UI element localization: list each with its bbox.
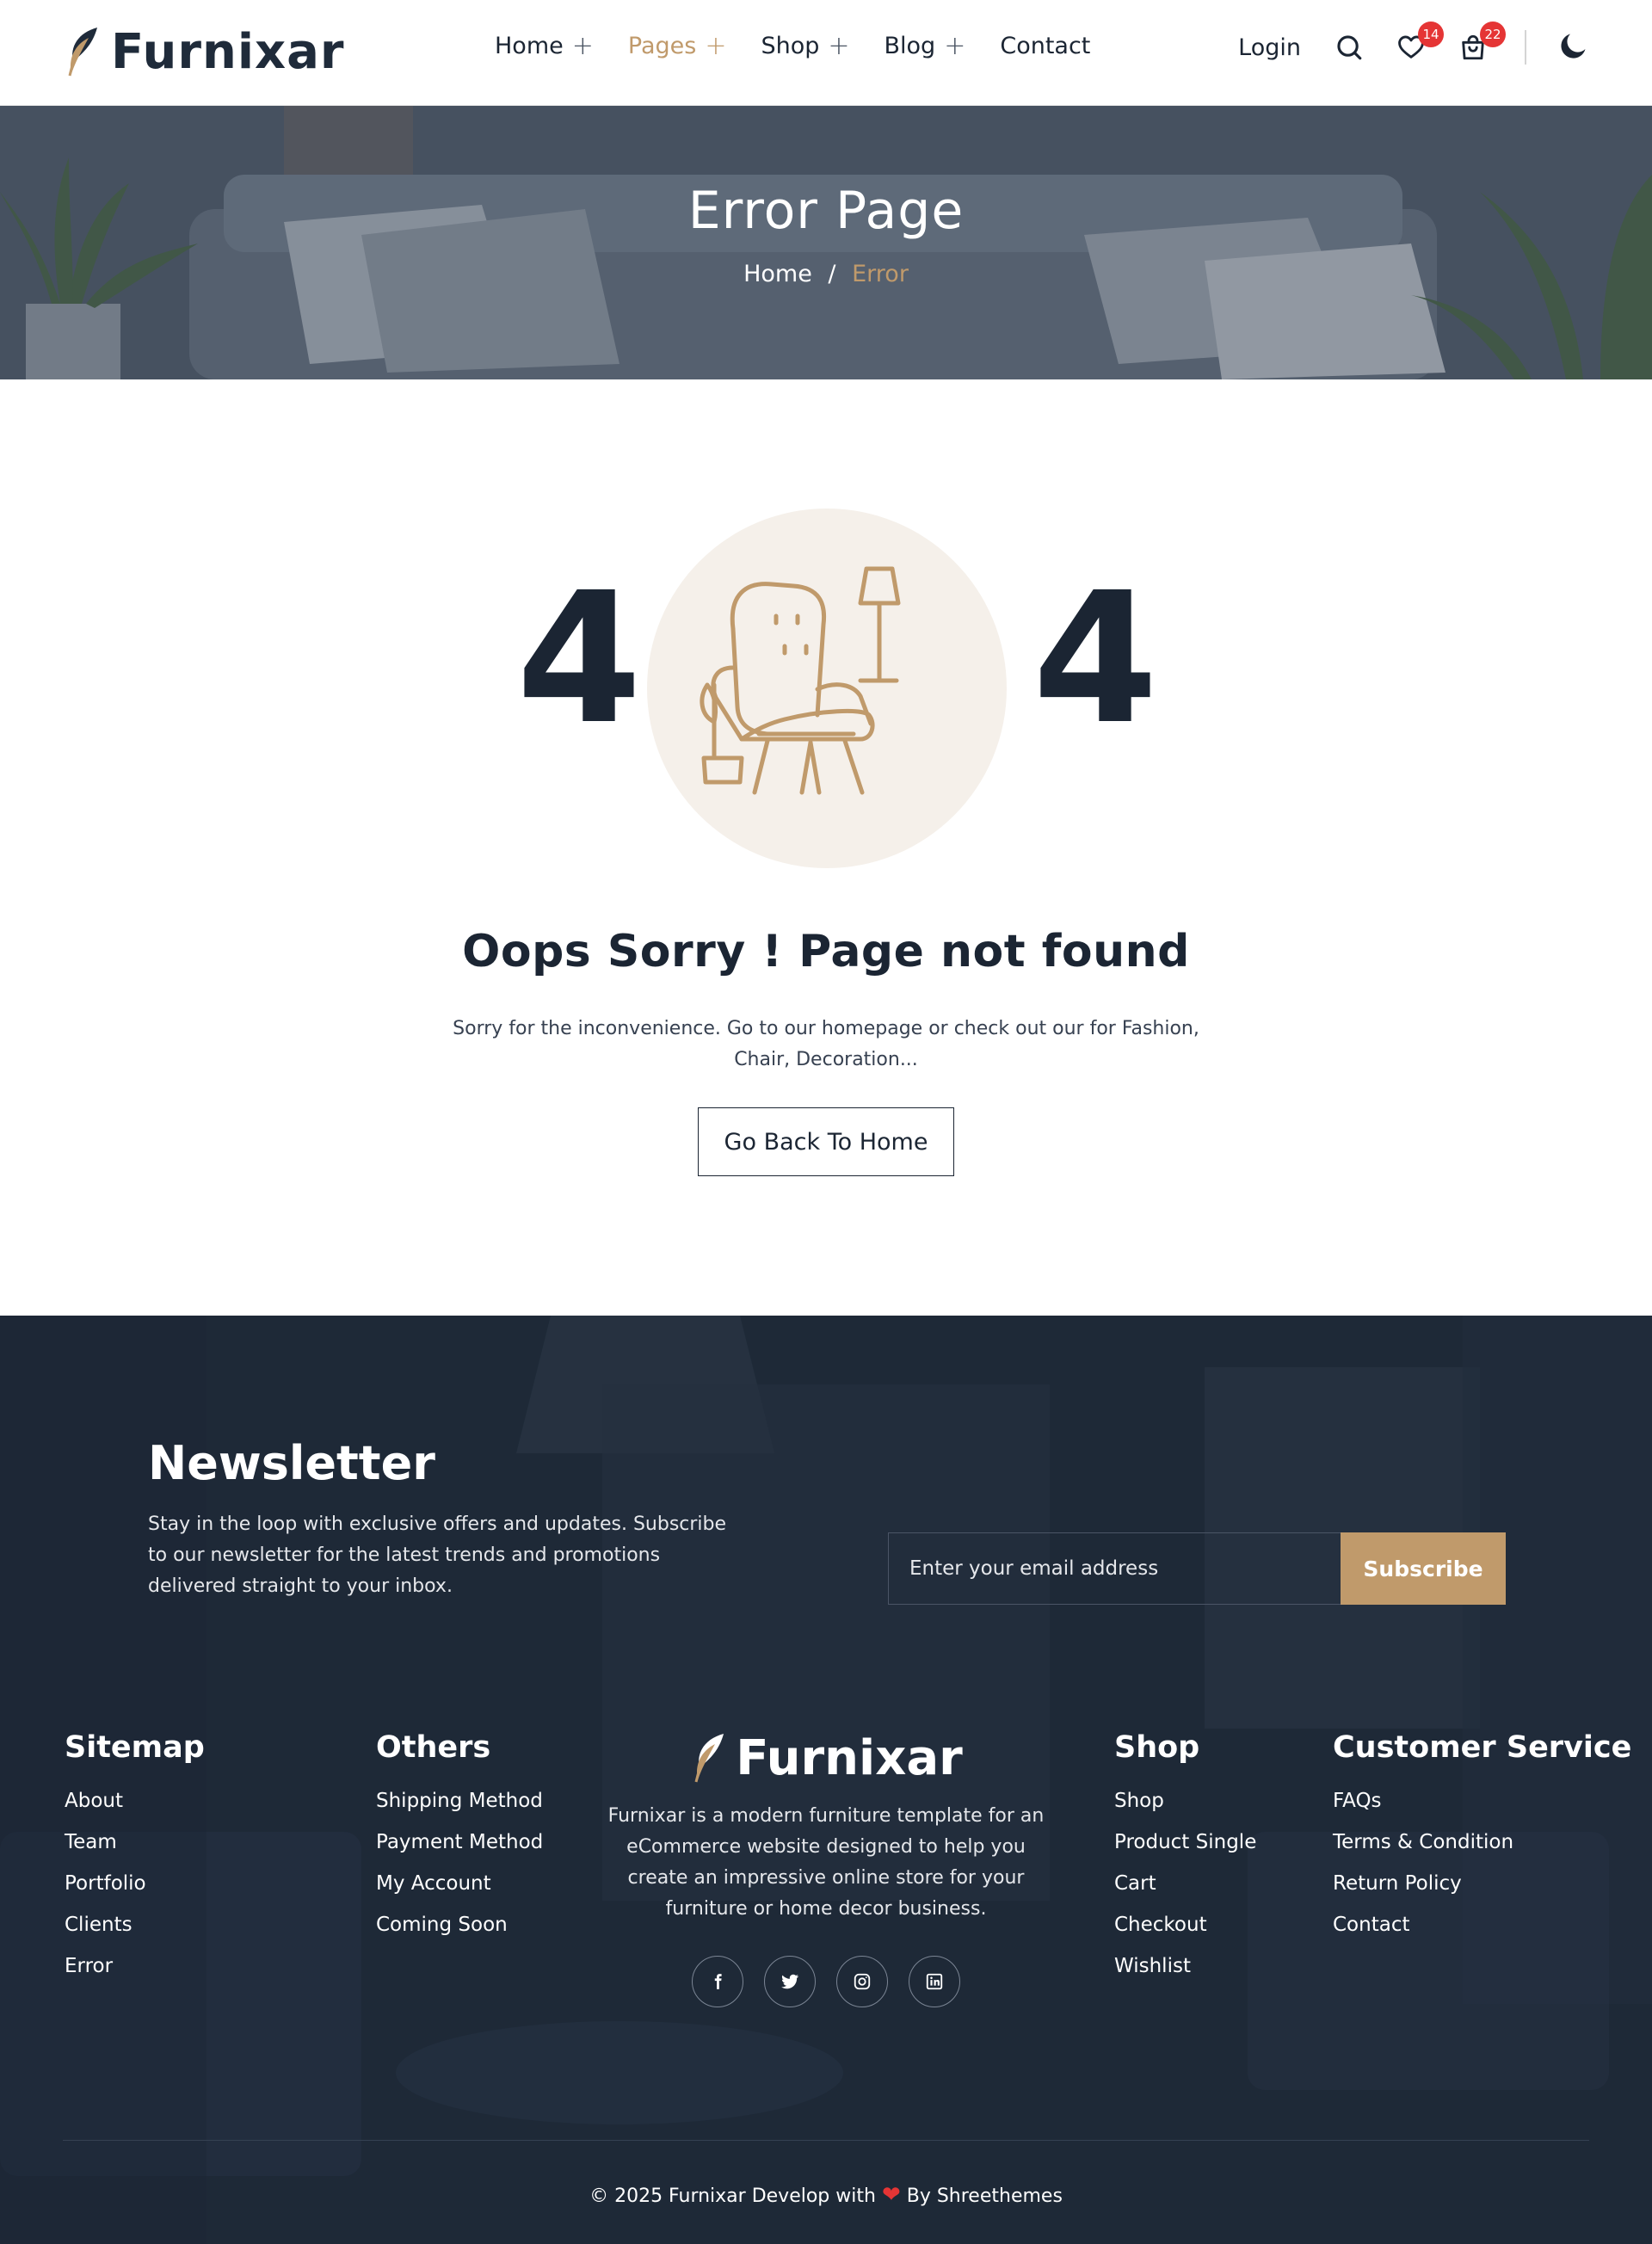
twitter-link[interactable]	[764, 1956, 816, 2007]
footer-link-cart[interactable]: Cart	[1114, 1871, 1256, 1896]
nav-label: Home	[495, 33, 564, 59]
brand-logo[interactable]: Furnixar	[63, 23, 345, 80]
subscribe-button[interactable]: Subscribe	[1341, 1532, 1506, 1605]
footer-link-about[interactable]: About	[65, 1789, 205, 1813]
footer-link-payment-method[interactable]: Payment Method	[376, 1830, 543, 1854]
footer-link-wishlist[interactable]: Wishlist	[1114, 1954, 1256, 1978]
footer-link-terms[interactable]: Terms & Condition	[1333, 1830, 1631, 1854]
search-icon	[1337, 35, 1362, 60]
wishlist-button[interactable]: 14	[1394, 22, 1444, 65]
header-actions: Login 14 22	[1238, 22, 1590, 65]
footer-link-error[interactable]: Error	[65, 1954, 205, 1978]
brand-name: Furnixar	[111, 23, 345, 80]
theme-toggle[interactable]	[1557, 29, 1590, 65]
go-back-home-button[interactable]: Go Back To Home	[698, 1107, 954, 1176]
footer-shop: Shop Shop Product Single Cart Checkout W…	[1114, 1730, 1256, 1995]
footer-column-title: Sitemap	[65, 1730, 205, 1765]
main-nav: Home + Pages + Shop + Blog + Contact	[495, 31, 1090, 61]
error-description: Sorry for the inconvenience. Go to our h…	[453, 1018, 1199, 1070]
newsletter-title: Newsletter	[148, 1436, 435, 1490]
footer-link-clients[interactable]: Clients	[65, 1913, 205, 1937]
cart-count-badge: 22	[1480, 22, 1506, 47]
nav-item-shop[interactable]: Shop +	[761, 31, 849, 61]
copyright-suffix: By Shreethemes	[906, 2185, 1063, 2207]
footer-sitemap: Sitemap About Team Portfolio Clients Err…	[65, 1730, 205, 1995]
error-section: 4 4 Oops Sorry ! Page not found Sorry fo…	[0, 379, 1652, 1316]
plus-icon: +	[571, 31, 594, 61]
footer-link-checkout[interactable]: Checkout	[1114, 1913, 1256, 1937]
footer-column-title: Shop	[1114, 1730, 1200, 1765]
facebook-link[interactable]	[692, 1956, 743, 2007]
footer-link-team[interactable]: Team	[65, 1830, 205, 1854]
banner-overlay	[0, 106, 1652, 379]
footer-link-return-policy[interactable]: Return Policy	[1333, 1871, 1631, 1896]
footer-brand-description: Furnixar is a modern furniture template …	[607, 1805, 1045, 1920]
error-illustration	[647, 509, 1007, 868]
footer-customer-service: Customer Service FAQs Terms & Condition …	[1333, 1730, 1631, 1954]
nav-item-blog[interactable]: Blog +	[885, 31, 966, 61]
linkedin-icon	[926, 1973, 943, 1990]
nav-label: Pages	[627, 33, 697, 59]
footer-column-title: Customer Service	[1333, 1730, 1632, 1765]
nav-item-pages[interactable]: Pages +	[628, 31, 727, 61]
instagram-icon	[854, 1973, 871, 1990]
footer-brand: Furnixar Furnixar is a modern furniture …	[594, 1730, 1058, 2007]
nav-item-home[interactable]: Home +	[495, 31, 594, 61]
plus-icon: +	[705, 31, 727, 61]
nav-label: Shop	[761, 33, 820, 59]
footer-link-faqs[interactable]: FAQs	[1333, 1789, 1631, 1813]
login-link[interactable]: Login	[1238, 34, 1301, 61]
breadcrumb-home-link[interactable]: Home	[743, 261, 812, 287]
error-digit-left: 4	[516, 553, 643, 764]
footer-divider	[63, 2140, 1589, 2141]
copyright: © 2025 Furnixar Develop with ❤ By Shreet…	[0, 2182, 1652, 2208]
newsletter-description: Stay in the loop with exclusive offers a…	[148, 1513, 727, 1597]
footer-brand-name: Furnixar	[736, 1729, 963, 1786]
nav-item-contact[interactable]: Contact	[1000, 33, 1090, 59]
nav-label: Blog	[884, 33, 936, 59]
breadcrumb-separator: /	[828, 261, 836, 287]
footer-column-title: Others	[376, 1730, 491, 1765]
footer-link-shipping-method[interactable]: Shipping Method	[376, 1789, 543, 1813]
newsletter-email-input[interactable]	[888, 1532, 1341, 1605]
moon-icon	[1561, 34, 1586, 59]
page-title: Error Page	[687, 181, 965, 241]
wishlist-count-badge: 14	[1418, 22, 1444, 47]
leaf-logo-icon	[694, 1734, 724, 1783]
footer-link-my-account[interactable]: My Account	[376, 1871, 543, 1896]
footer-others: Others Shipping Method Payment Method My…	[376, 1730, 543, 1954]
footer-link-shop[interactable]: Shop	[1114, 1789, 1256, 1813]
site-footer: Newsletter Stay in the loop with exclusi…	[0, 1316, 1652, 2244]
twitter-icon	[781, 1974, 799, 1989]
search-button[interactable]	[1332, 30, 1366, 65]
plus-icon: +	[828, 31, 850, 61]
page-banner: Error Page Home / Error	[0, 106, 1652, 379]
footer-logo[interactable]: Furnixar	[594, 1729, 1058, 1786]
facebook-icon	[714, 1974, 722, 1989]
error-digit-right: 4	[1032, 553, 1159, 764]
copyright-prefix: © 2025 Furnixar Develop with	[589, 2185, 876, 2207]
newsletter-form: Subscribe	[888, 1532, 1506, 1605]
error-title: Oops Sorry ! Page not found	[462, 926, 1190, 977]
site-header: Furnixar Home + Pages + Shop + Blog + Co…	[0, 0, 1652, 106]
breadcrumb-current: Error	[852, 261, 909, 287]
breadcrumb: Home / Error	[0, 261, 1652, 287]
instagram-link[interactable]	[836, 1956, 888, 2007]
leaf-logo-icon	[68, 28, 97, 77]
footer-link-portfolio[interactable]: Portfolio	[65, 1871, 205, 1896]
footer-link-contact[interactable]: Contact	[1333, 1913, 1631, 1937]
footer-link-product-single[interactable]: Product Single	[1114, 1830, 1256, 1854]
plus-icon: +	[944, 31, 966, 61]
nav-label: Contact	[1000, 33, 1091, 59]
header-divider	[1525, 30, 1526, 65]
heart-icon: ❤	[881, 2182, 901, 2208]
social-links	[594, 1956, 1058, 2007]
armchair-lamp-icon	[700, 566, 901, 795]
cart-button[interactable]: 22	[1456, 22, 1506, 65]
footer-link-coming-soon[interactable]: Coming Soon	[376, 1913, 543, 1937]
linkedin-link[interactable]	[909, 1956, 960, 2007]
